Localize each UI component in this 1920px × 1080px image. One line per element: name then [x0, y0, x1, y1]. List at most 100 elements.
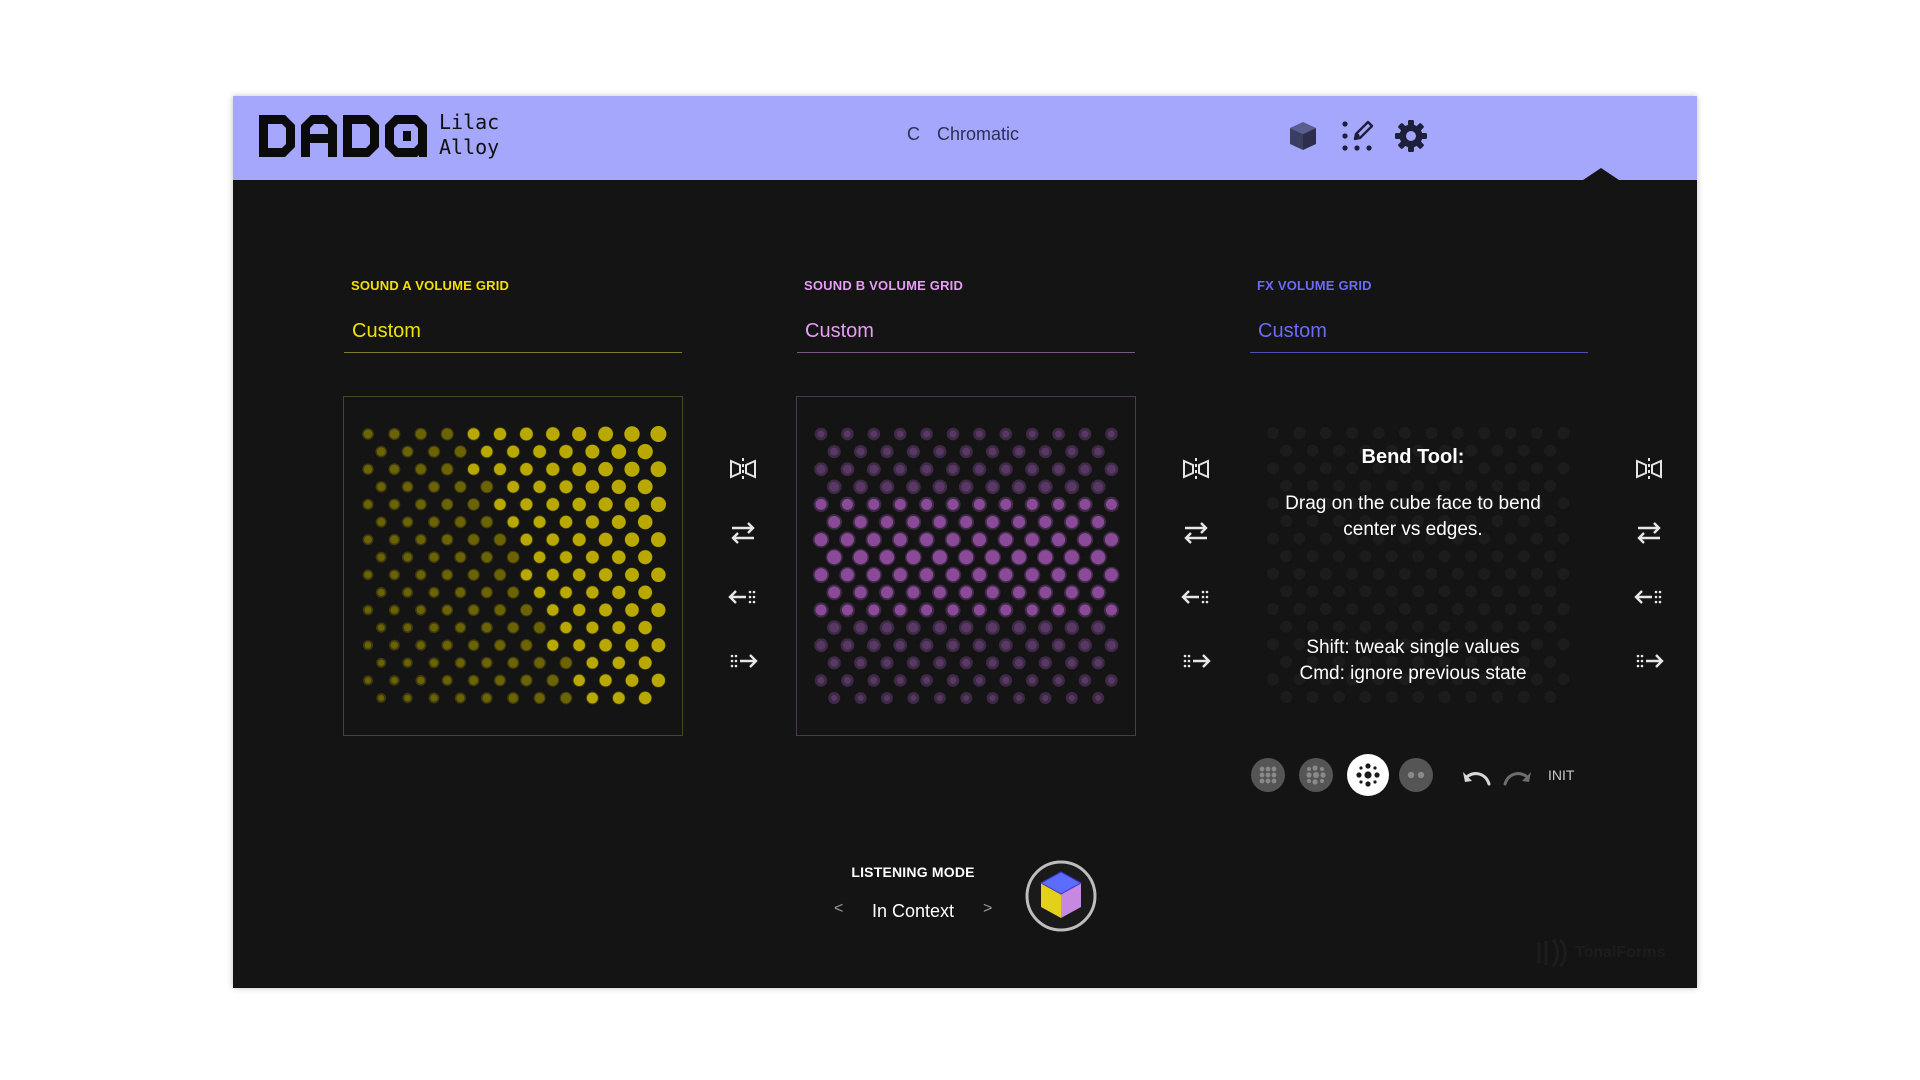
sound-b-grid-cell-core [1040, 622, 1051, 633]
fx-grid-cell[interactable] [1372, 427, 1385, 439]
sound-b-shift-left-button[interactable] [1179, 580, 1213, 614]
sound-b-grid-cell-core [1015, 447, 1023, 456]
sound-b-grid-cell-core [972, 533, 986, 547]
sound-b-grid-cell-core [908, 622, 919, 633]
fx-grid-cell[interactable] [1451, 427, 1464, 439]
sound-a-grid-cell-core [572, 533, 586, 546]
sound-a-grid-cell-core [650, 426, 667, 442]
sound-b-grid-cell-core [1039, 516, 1052, 528]
sound-a-grid-cell-core [494, 569, 506, 581]
sound-a-grid-cell-core [469, 640, 479, 650]
grid-9-tool[interactable] [1251, 758, 1285, 792]
sound-a-grid-cell-core [598, 532, 613, 547]
sound-a-grid-cell-core [442, 570, 452, 580]
mirror-icon [1636, 458, 1662, 480]
fx-grid-cell[interactable] [1504, 427, 1517, 439]
sound-b-grid-cell-core [1028, 676, 1036, 684]
sound-a-grid-cell-core [637, 444, 653, 460]
sound-b-dot-grid[interactable] [797, 397, 1135, 735]
sound-a-grid-cell-core [638, 514, 653, 530]
redo-icon[interactable] [1499, 762, 1535, 790]
init-button[interactable]: INIT [1548, 767, 1574, 783]
fx-shift-right-button[interactable] [1632, 644, 1666, 678]
edit-grid-icon[interactable] [1339, 118, 1375, 154]
fx-swap-button[interactable] [1632, 516, 1666, 550]
fx-grid-cell[interactable] [1319, 427, 1332, 439]
fx-grid-cell[interactable] [1346, 427, 1359, 439]
sound-b-mirror-button[interactable] [1179, 452, 1213, 486]
sound-b-grid-cell-core [906, 550, 921, 565]
sound-a-grid-cell-core [363, 464, 373, 474]
fx-grid-cell[interactable] [1531, 427, 1543, 439]
sound-b-grid-cell-core [949, 676, 957, 684]
listening-cube-button[interactable] [1025, 860, 1097, 932]
fx-grid-cell[interactable] [1544, 691, 1557, 703]
fx-grid-cell[interactable] [1267, 427, 1279, 439]
undo-icon[interactable] [1459, 762, 1495, 790]
fx-grid-cell[interactable] [1399, 427, 1411, 439]
fx-grid-cell[interactable] [1465, 691, 1477, 703]
sound-a-shift-left-button[interactable] [726, 580, 760, 614]
sound-a-mirror-button[interactable] [726, 452, 760, 486]
gear-icon[interactable] [1393, 118, 1429, 154]
fx-grid-cell[interactable] [1359, 691, 1372, 703]
fx-grid-cell[interactable] [1478, 427, 1491, 439]
sound-a-grid-cell-core [391, 677, 398, 684]
bend-tool-button[interactable] [1347, 754, 1389, 796]
sound-a-grid-cell-core [494, 498, 506, 511]
fx-grid-cell[interactable] [1491, 691, 1504, 703]
sound-b-swap-button[interactable] [1179, 516, 1213, 550]
listening-mode-prev[interactable]: < [834, 900, 843, 918]
sound-b-grid-cell-core [935, 447, 944, 456]
fx-mirror-button[interactable] [1632, 452, 1666, 486]
fx-grid-cell[interactable] [1412, 691, 1425, 703]
sound-a-grid-cell-core [404, 694, 411, 702]
sound-b-preset-dropdown[interactable]: Custom [797, 318, 1135, 353]
fx-grid-cell[interactable] [1425, 427, 1438, 439]
fx-grid-cell[interactable] [1557, 427, 1570, 439]
sound-b-grid-cell-core [867, 568, 881, 582]
fx-grid-cell[interactable] [1333, 691, 1345, 703]
cube-icon[interactable] [1285, 118, 1321, 154]
sound-b-grid-cell-core [842, 464, 852, 474]
sound-a-grid-cell-core [481, 516, 493, 528]
sound-a-grid-cell-core [429, 552, 439, 562]
fx-preset-dropdown[interactable]: Custom [1250, 318, 1588, 353]
sound-b-grid-cell-core [884, 695, 890, 701]
preset-name[interactable]: Lilac Alloy [439, 110, 499, 160]
sound-a-shift-right-button[interactable] [726, 644, 760, 678]
sound-a-grid-cell-core [534, 586, 546, 598]
sound-b-grid-cell-core [1000, 604, 1012, 616]
fx-grid-cell[interactable] [1385, 691, 1398, 703]
fx-grid-cell[interactable] [1517, 691, 1530, 703]
sound-a-swap-button[interactable] [726, 516, 760, 550]
two-dots-tool[interactable] [1399, 758, 1433, 792]
sound-a-grid-cell-core [456, 623, 465, 632]
grid-pattern-tool[interactable] [1299, 758, 1333, 792]
fx-grid-cell[interactable] [1280, 691, 1293, 703]
sound-a-grid-cell-core [560, 692, 572, 704]
sound-a-grid-cell-core [403, 588, 412, 597]
fx-grid-cell[interactable] [1293, 427, 1306, 439]
sound-a-grid-cell-core [377, 588, 385, 596]
fx-grid-cell[interactable] [1438, 691, 1451, 703]
sound-b-grid-cell-core [988, 447, 997, 456]
sound-b-grid-cell-core [1068, 695, 1075, 701]
sound-b-grid-cell-core [882, 481, 892, 492]
fx-grid-cell[interactable] [1306, 691, 1319, 703]
sound-a-grid-cell-core [560, 657, 572, 669]
sound-b-grid-cell-core [894, 498, 906, 510]
sound-b-shift-right-button[interactable] [1179, 644, 1213, 678]
scale-selector[interactable]: C Chromatic [907, 124, 1019, 145]
sound-b-grid-cell-core [1107, 430, 1115, 438]
sound-b-volume-grid[interactable] [796, 396, 1136, 736]
sound-a-preset-dropdown[interactable]: Custom [344, 318, 682, 353]
sound-a-grid-cell-core [363, 429, 373, 439]
sound-a-volume-grid[interactable] [343, 396, 683, 736]
listening-mode-next[interactable]: > [983, 900, 992, 918]
fx-shift-left-button[interactable] [1632, 580, 1666, 614]
sound-a-grid-cell-core [402, 446, 413, 457]
sound-b-grid-cell-core [1092, 586, 1105, 599]
sound-a-dot-grid[interactable] [344, 397, 682, 735]
sound-b-grid-cell-core [1026, 498, 1038, 510]
